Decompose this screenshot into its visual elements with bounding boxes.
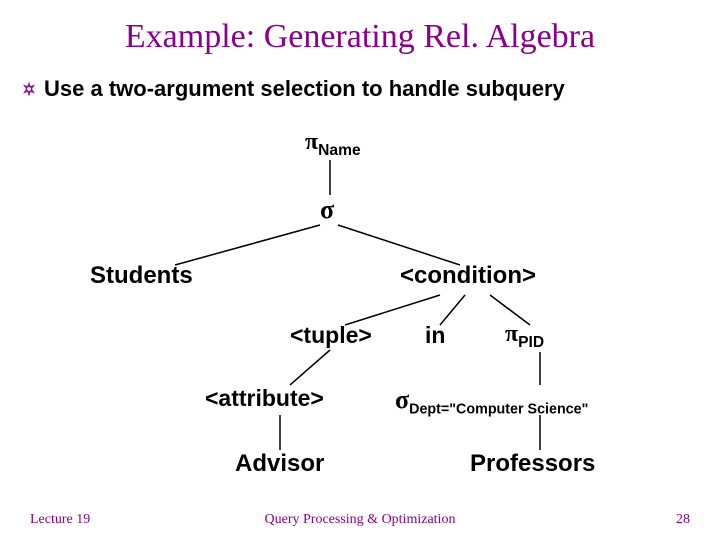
- slide-title: Example: Generating Rel. Algebra: [0, 18, 720, 56]
- node-professors: Professors: [470, 450, 595, 478]
- node-in: in: [425, 322, 445, 349]
- node-sigma: σ: [320, 195, 334, 225]
- footer-right: 28: [676, 512, 690, 528]
- bullet-icon: [20, 80, 38, 98]
- node-condition: <condition>: [400, 262, 536, 290]
- node-pi-pid: πPID: [505, 320, 544, 352]
- footer-center: Query Processing & Optimization: [0, 512, 720, 528]
- node-sigma-dept: σDept="Computer Science": [395, 385, 588, 417]
- node-pi-name: πName: [305, 128, 361, 160]
- node-students: Students: [90, 262, 193, 290]
- node-tuple: <tuple>: [290, 322, 372, 349]
- bullet-text: Use a two-argument selection to handle s…: [44, 75, 684, 103]
- node-advisor: Advisor: [235, 450, 324, 478]
- node-attribute: <attribute>: [205, 385, 324, 412]
